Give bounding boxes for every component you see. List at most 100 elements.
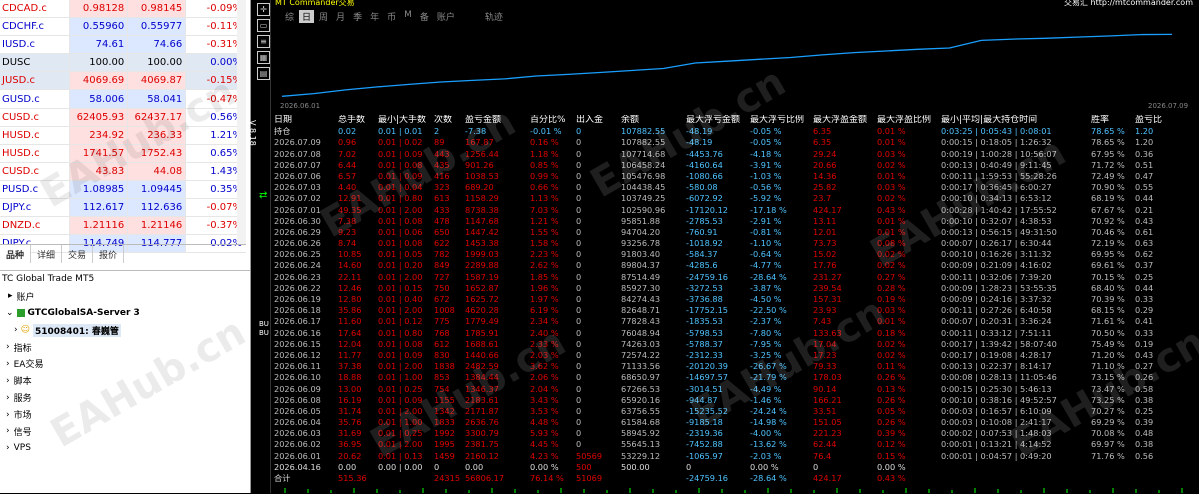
table-cell: 0.41 [1135,316,1154,327]
column-header[interactable]: 日期 [274,115,338,126]
table-row[interactable]: 2026.06.23 22.11 0.01 | 2.00 727 1587.19 1.85… [274,272,1194,283]
table-row[interactable]: 2026.06.22 12.46 0.01 | 0.15 750 1652.87 1.96… [274,283,1194,294]
period-3[interactable]: 月 [333,10,348,23]
table-cell: 0 [576,372,582,383]
table-row[interactable]: 2026.06.15 12.04 0.01 | 0.08 612 1688.61 2.33… [274,339,1194,350]
nav-item[interactable]: › 信号 [0,423,250,440]
table-row[interactable]: 2026.06.25 10.85 0.01 | 0.05 782 1999.03 2.23… [274,249,1194,260]
table-cell: 68.19 % [1091,193,1125,204]
table-cell: 78.65 % [1091,137,1125,148]
table-cell: 0.96 [338,137,357,148]
column-header[interactable]: 百分比% [530,115,576,126]
quote-row[interactable]: CDCHF.c 0.55960 0.55977 -0.11% [0,18,246,37]
quote-row[interactable]: DUSC 100.00 100.00 0.00% [0,54,246,73]
table-cell: 71133.56 [621,361,661,372]
quote-row[interactable]: DJPY.c 112.617 112.636 -0.07% [0,199,246,218]
period-2[interactable]: 周 [316,10,331,23]
table-cell: 166.21 [813,394,842,405]
quote-row[interactable]: CDCAD.c 0.98128 0.98145 -0.09% [0,0,246,19]
period-7[interactable]: M [401,10,415,23]
column-header[interactable]: 出入金 [576,115,621,126]
tab-2[interactable]: 交易 [62,245,94,263]
period-5[interactable]: 年 [367,10,382,23]
table-cell: 1.20 [1135,126,1154,137]
table-cell: 1779.49 [465,316,499,327]
tab-0[interactable]: 品种 [0,245,32,263]
period-4[interactable]: 季 [350,10,365,23]
period-1[interactable]: 日 [299,10,315,23]
table-row[interactable]: 2026.06.17 11.60 0.01 | 0.12 775 1779.49 2.34… [274,316,1194,327]
server-icon [16,309,25,318]
table-row[interactable]: 2026.06.19 12.80 0.01 | 0.40 672 1625.72 1.97… [274,294,1194,305]
quote-ask: 4069.87 [127,72,186,90]
column-header[interactable]: 最大浮盈金额 [813,115,877,126]
nav-root[interactable]: TC Global Trade MT5 [0,271,250,288]
table-row[interactable]: 2026.06.24 14.60 0.01 | 0.20 849 2289.88 2.62… [274,260,1194,271]
table-row[interactable]: 2026.06.16 17.64 0.01 | 0.80 768 1785.91 2.40… [274,328,1194,339]
table-cell: -580.08 [686,182,718,193]
table-row[interactable]: 2026.06.26 8.74 0.01 | 0.08 622 1453.38 1.58 … [274,238,1194,249]
nav-account-label: 51008401: 春巍管 [33,323,121,337]
column-header[interactable]: 最小|大手数 [378,115,434,126]
collapse-icon: ⌄ [6,308,14,319]
column-header[interactable]: 盈亏比 [1135,115,1175,126]
user-icon: ☺ [20,325,30,336]
table-cell: 93256.78 [621,238,661,249]
period-9[interactable]: 账户 [434,10,458,23]
table-cell: 0.00 % [750,461,779,472]
table-cell: 2026.06.03 [274,428,321,439]
table-cell: 0 [576,238,582,249]
column-header[interactable]: 胜率 [1091,115,1135,126]
period-selector: 综日周月季年币 M 备账户 轨迹 [282,10,506,23]
grid-icon[interactable]: ▦ [257,51,270,64]
table-cell: 20.66 [813,159,837,170]
period-10[interactable]: 轨迹 [482,10,506,23]
quote-row[interactable]: DNZD.c 1.21116 1.21146 -0.37% [0,217,246,236]
tab-3[interactable]: 报价 [93,245,125,263]
list-icon[interactable]: ≡ [257,35,270,48]
table-cell: 727 [434,271,450,282]
table-cell: 2.62 % [530,260,559,271]
period-6[interactable]: 币 [384,10,399,23]
table-row[interactable]: 合计 515.36 24315 56806.17 76.14 % 51069 -24759.… [274,473,1194,484]
crosshair-icon[interactable]: ✛ [257,3,270,16]
table-cell: 0.61 [1135,226,1154,237]
table-row[interactable]: 2026.06.29 9.23 0.01 | 0.06 650 1447.42 1.55 … [274,227,1194,238]
table-cell: 0.01 | 1.00 [378,372,423,383]
table-row[interactable]: 2026.06.12 11.77 0.01 | 0.09 830 1440.66 2.03… [274,350,1194,361]
table-cell: 0:00:17 | 1:39:42 | 58:07:40 [941,338,1057,349]
table-cell: 0.11 % [877,361,906,372]
table-row[interactable]: 2026.06.18 35.86 0.01 | 2.00 1008 4620.28 6.1… [274,305,1194,316]
quote-row[interactable]: IUSD.c 74.61 74.66 -0.31% [0,36,246,55]
table-cell: 0 [576,327,582,338]
period-0[interactable]: 综 [282,10,297,23]
table-cell: 68.40 % [1091,282,1125,293]
quotes-scrollbar[interactable] [237,0,246,244]
chart-title-left: MT Commander交易 [275,0,355,7]
table-row[interactable]: 2026.07.01 49.35 0.01 | 2.00 433 8738.38 7.03… [274,205,1194,216]
table-cell: 0.02 % [877,349,906,360]
period-8[interactable]: 备 [417,10,432,23]
table-cell: 2026.07.03 [274,182,321,193]
column-header[interactable]: 最小|平均|最大持仓时间 [941,115,1091,126]
table-cell [941,473,1091,484]
table-row[interactable]: 2026.06.30 7.38 0.01 | 0.08 478 1147.68 1.21 … [274,216,1194,227]
table-row[interactable]: 2026.06.01 20.62 0.01 | 0.13 1459 2160.12 4.2… [274,451,1194,462]
table-cell: 0.85 % [530,159,559,170]
table-cell: 2.23 % [530,249,559,260]
column-header[interactable]: 最大浮盈比例 [877,115,941,126]
nav-item[interactable]: › VPS [0,440,250,457]
table-cell: 0:00:13 | 0:22:37 | 8:14:17 [941,361,1052,372]
table-row[interactable]: 2026.04.16 0.00 0.00 | 0.00 0 0.00 0.00 % 500 5… [274,462,1194,473]
tab-1[interactable]: 详细 [31,245,63,263]
window-icon[interactable]: ▭ [257,19,270,32]
table-cell: 1158.29 [465,193,499,204]
table-cell: 4.45 % [530,439,559,450]
table-cell: -4285.6 [686,260,718,271]
collapse-icon: › [6,375,10,386]
table-cell: 0.38 [1135,439,1154,450]
table-cell: 768 [434,327,450,338]
panel-icon[interactable]: ▤ [257,67,270,80]
nav-accounts[interactable]: ▸ 账户 [0,288,250,305]
column-header[interactable]: 总手数 [338,115,378,126]
